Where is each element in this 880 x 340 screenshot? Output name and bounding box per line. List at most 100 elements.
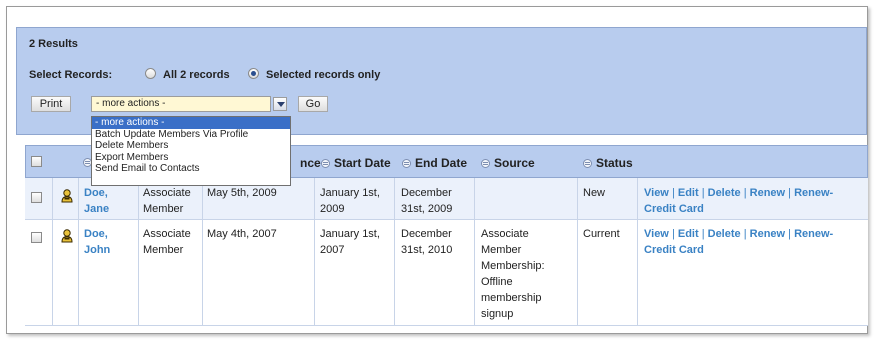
view-link[interactable]: View	[644, 228, 669, 240]
source-line: Member	[481, 244, 522, 256]
select-records-label: Select Records:	[29, 69, 113, 81]
date-line: January 1st,	[320, 228, 380, 240]
person-icon	[61, 229, 73, 243]
dropdown-option[interactable]: Send Email to Contacts	[92, 163, 290, 175]
status: New	[583, 187, 606, 199]
radio-selected-records[interactable]	[248, 68, 259, 79]
date-line: January 1st,	[320, 187, 380, 199]
column-divider	[577, 178, 578, 326]
renew-link[interactable]: Renew	[750, 187, 785, 199]
separator: |	[671, 228, 675, 240]
more-actions-select[interactable]: - more actions -	[91, 96, 271, 112]
column-divider	[474, 178, 475, 326]
sort-icon	[481, 159, 490, 168]
row-checkbox[interactable]	[31, 192, 42, 203]
edit-link[interactable]: Edit	[678, 187, 699, 199]
separator: |	[788, 187, 792, 199]
separator: |	[671, 187, 675, 199]
name-line: John	[84, 244, 111, 256]
renew-credit-card-link[interactable]: Credit Card	[644, 201, 833, 217]
date-line: 31st, 2009	[401, 203, 453, 215]
dropdown-option[interactable]: - more actions -	[92, 117, 290, 129]
member-type: Associate Member	[143, 185, 191, 217]
type-line: Associate	[143, 228, 191, 240]
member-type: Associate Member	[143, 226, 191, 258]
renew-credit-card-link[interactable]: Renew-	[794, 228, 833, 240]
source-line: Membership:	[481, 260, 545, 272]
person-icon	[61, 189, 73, 203]
separator: |	[743, 228, 747, 240]
type-line: Member	[143, 203, 184, 215]
column-label: End Date	[415, 156, 468, 170]
end-date: December 31st, 2009	[401, 185, 452, 217]
delete-link[interactable]: Delete	[708, 187, 741, 199]
date-line: December	[401, 228, 452, 240]
separator: |	[788, 228, 792, 240]
source: Associate Member Membership: Offline mem…	[481, 226, 545, 322]
column-status[interactable]: Status	[583, 156, 633, 170]
dropdown-option[interactable]: Export Members	[92, 152, 290, 164]
results-count: 2 Results	[29, 38, 78, 50]
radio-all-records-label: All 2 records	[163, 69, 230, 81]
member-since: May 5th, 2009	[207, 187, 277, 199]
member-name-link[interactable]: Doe, Jane	[84, 185, 109, 217]
separator: |	[743, 187, 747, 199]
sort-icon	[402, 159, 411, 168]
column-source[interactable]: Source	[481, 156, 535, 170]
name-line: Doe,	[84, 187, 108, 199]
column-divider	[394, 178, 395, 326]
select-all-checkbox[interactable]	[31, 156, 42, 167]
column-label: Start Date	[334, 156, 391, 170]
member-name-link[interactable]: Doe, John	[84, 226, 110, 258]
type-line: Associate	[143, 187, 191, 199]
column-divider	[78, 178, 79, 326]
source-line: signup	[481, 308, 514, 320]
column-label: Source	[494, 156, 535, 170]
date-line: 31st, 2010	[401, 244, 453, 256]
row-actions: View | Edit | Delete | Renew | Renew- Cr…	[644, 226, 833, 258]
separator: |	[701, 228, 705, 240]
radio-selected-records-label: Selected records only	[266, 69, 381, 81]
status: Current	[583, 228, 620, 240]
more-actions-dropdown: - more actions - Batch Update Members Vi…	[91, 116, 291, 186]
row-checkbox[interactable]	[31, 232, 42, 243]
end-date: December 31st, 2010	[401, 226, 452, 258]
source-line: membership	[481, 292, 542, 304]
renew-credit-card-link[interactable]: Renew-	[794, 187, 833, 199]
start-date: January 1st, 2009	[320, 185, 380, 217]
sort-icon	[321, 159, 330, 168]
date-line: 2009	[320, 203, 345, 215]
go-button[interactable]: Go	[298, 96, 328, 112]
column-divider	[314, 178, 315, 326]
member-since: May 4th, 2007	[207, 228, 277, 240]
edit-link[interactable]: Edit	[678, 228, 699, 240]
column-since[interactable]: nce	[300, 156, 321, 170]
column-divider	[202, 178, 203, 326]
delete-link[interactable]: Delete	[708, 228, 741, 240]
date-line: December	[401, 187, 452, 199]
source-line: Offline	[481, 276, 513, 288]
view-link[interactable]: View	[644, 187, 669, 199]
dropdown-option[interactable]: Batch Update Members Via Profile	[92, 129, 290, 141]
date-line: 2007	[320, 244, 345, 256]
renew-credit-card-link[interactable]: Credit Card	[644, 242, 833, 258]
name-line: Jane	[84, 203, 110, 215]
row-actions: View | Edit | Delete | Renew | Renew- Cr…	[644, 185, 833, 217]
type-line: Member	[143, 244, 184, 256]
column-divider	[637, 178, 638, 326]
renew-link[interactable]: Renew	[750, 228, 785, 240]
name-line: Doe,	[84, 228, 108, 240]
column-divider	[52, 178, 53, 326]
radio-all-records[interactable]	[145, 68, 156, 79]
dropdown-option[interactable]: Delete Members	[92, 140, 290, 152]
column-end-date[interactable]: End Date	[402, 156, 467, 170]
sort-icon	[583, 159, 592, 168]
chevron-down-icon[interactable]	[273, 97, 287, 111]
column-divider	[138, 178, 139, 326]
source-line: Associate	[481, 228, 529, 240]
separator: |	[701, 187, 705, 199]
print-button[interactable]: Print	[31, 96, 71, 112]
column-label: Status	[596, 156, 633, 170]
start-date: January 1st, 2007	[320, 226, 380, 258]
column-start-date[interactable]: Start Date	[321, 156, 391, 170]
